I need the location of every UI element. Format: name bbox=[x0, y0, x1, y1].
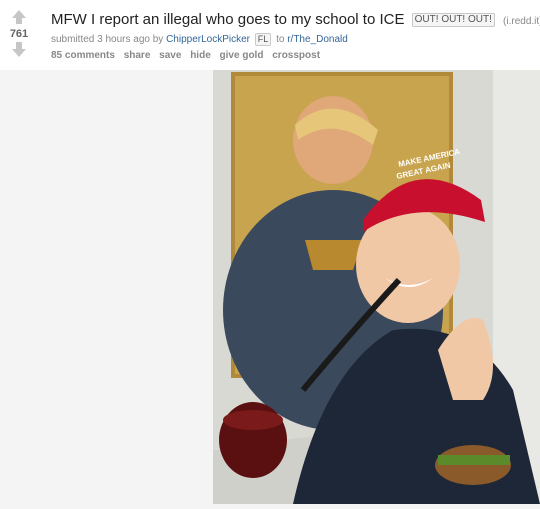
reddit-post: 761 MFW I report an illegal who goes to … bbox=[0, 0, 540, 509]
post-entry: MFW I report an illegal who goes to my s… bbox=[51, 10, 540, 61]
post-buttons: 85 comments share save hide give gold cr… bbox=[51, 50, 535, 61]
selfie-photo-illustration: MAKE AMERICA GREAT AGAIN bbox=[213, 70, 540, 504]
to-text: to bbox=[276, 34, 285, 45]
post-score: 761 bbox=[9, 28, 29, 40]
post-tagline: submitted 3 hours ago by ChipperLockPick… bbox=[51, 33, 535, 47]
submitted-text: submitted 3 hours ago by bbox=[51, 34, 164, 45]
author-flair-badge: FL bbox=[254, 33, 272, 46]
post-title-link[interactable]: MFW I report an illegal who goes to my s… bbox=[51, 11, 404, 28]
crosspost-button[interactable]: crosspost bbox=[272, 50, 320, 61]
post-image[interactable]: MAKE AMERICA GREAT AGAIN bbox=[213, 70, 540, 504]
subreddit-link[interactable]: r/The_Donald bbox=[287, 34, 348, 45]
share-button[interactable]: share bbox=[124, 50, 151, 61]
author-link[interactable]: ChipperLockPicker bbox=[166, 34, 250, 45]
expando-preview: MAKE AMERICA GREAT AGAIN bbox=[0, 70, 540, 509]
save-button[interactable]: save bbox=[159, 50, 181, 61]
title-row: MFW I report an illegal who goes to my s… bbox=[51, 10, 540, 31]
comments-button[interactable]: 85 comments bbox=[51, 50, 115, 61]
vote-column: 761 bbox=[6, 10, 32, 57]
give-gold-button[interactable]: give gold bbox=[220, 50, 264, 61]
downvote-arrow-icon[interactable] bbox=[12, 42, 26, 57]
upvote-arrow-icon[interactable] bbox=[12, 10, 26, 24]
hide-button[interactable]: hide bbox=[190, 50, 211, 61]
post-domain-link[interactable]: (i.redd.it) bbox=[503, 16, 540, 27]
link-flair-badge: OUT! OUT! OUT! bbox=[411, 13, 495, 27]
